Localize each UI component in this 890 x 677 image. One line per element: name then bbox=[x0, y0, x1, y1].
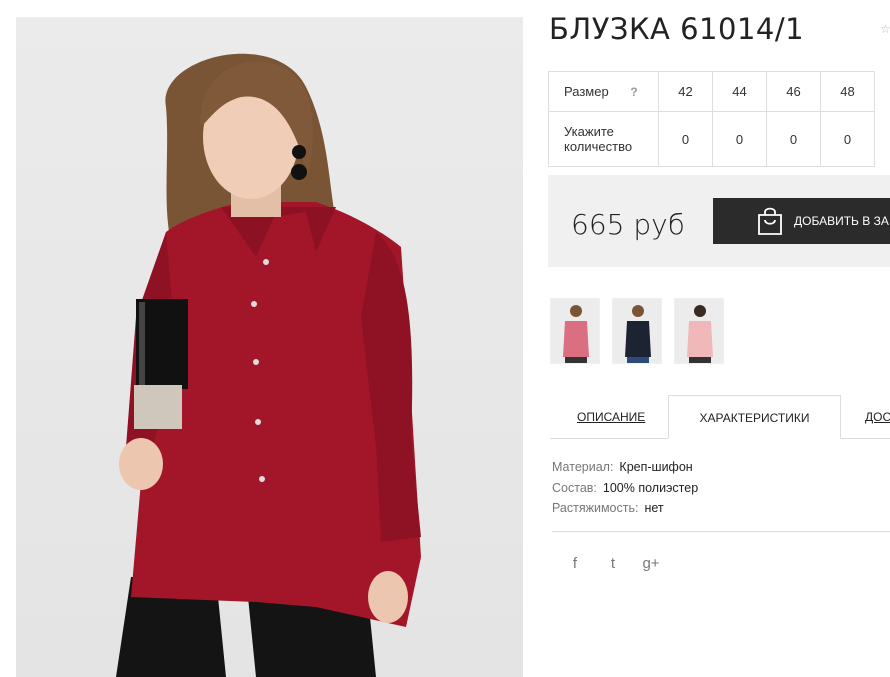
price: 665 руб bbox=[571, 208, 685, 241]
shopping-bag-icon bbox=[758, 207, 782, 235]
spec-row: Растяжимость: нет bbox=[552, 498, 698, 519]
twitter-icon[interactable]: t bbox=[604, 555, 622, 572]
add-to-cart-label: ДОБАВИТЬ В ЗА bbox=[794, 214, 889, 228]
quantity-input-42[interactable]: 0 bbox=[658, 111, 713, 167]
thumbnail-light-pink[interactable] bbox=[674, 298, 724, 364]
spec-row: Состав: 100% полиэстер bbox=[552, 478, 698, 499]
size-label: Размер ? bbox=[548, 71, 659, 112]
add-to-cart-button[interactable]: ДОБАВИТЬ В ЗА bbox=[713, 198, 890, 244]
spec-value: Креп-шифон bbox=[619, 460, 693, 474]
product-tabs: ОПИСАНИЕ ХАРАКТЕРИСТИКИ ДОС bbox=[550, 395, 890, 439]
google-plus-icon[interactable]: g+ bbox=[642, 555, 660, 572]
quantity-input-48[interactable]: 0 bbox=[820, 111, 875, 167]
spec-value: 100% полиэстер bbox=[602, 480, 699, 495]
thumbnail-gallery bbox=[550, 298, 724, 364]
spec-list: Материал: Креп-шифон Состав: 100% полиэсте… bbox=[552, 457, 698, 519]
size-label-text: Размер bbox=[564, 83, 609, 99]
spec-key: Состав: bbox=[552, 480, 597, 495]
divider bbox=[552, 531, 890, 532]
size-48: 48 bbox=[820, 71, 875, 112]
size-42: 42 bbox=[658, 71, 713, 112]
favorite-star-icon[interactable]: ☆ bbox=[880, 22, 890, 36]
spec-row: Материал: Креп-шифон bbox=[552, 457, 698, 478]
quantity-input-44[interactable]: 0 bbox=[712, 111, 767, 167]
quantity-label: Укажите количество bbox=[548, 111, 659, 167]
size-46: 46 bbox=[766, 71, 821, 112]
tab-delivery[interactable]: ДОС bbox=[865, 395, 890, 439]
tab-description[interactable]: ОПИСАНИЕ bbox=[577, 395, 645, 439]
quantity-input-46[interactable]: 0 bbox=[766, 111, 821, 167]
tab-characteristics[interactable]: ХАРАКТЕРИСТИКИ bbox=[668, 395, 841, 439]
thumbnail-navy[interactable] bbox=[612, 298, 662, 364]
social-links: f t g+ bbox=[566, 555, 660, 572]
thumbnail-pink[interactable] bbox=[550, 298, 600, 364]
size-help-icon[interactable]: ? bbox=[630, 85, 637, 100]
spec-key: Материал: bbox=[552, 460, 614, 474]
product-title: БЛУЗКА 61014/1 bbox=[549, 12, 805, 46]
product-main-photo[interactable] bbox=[16, 17, 523, 677]
spec-value: нет bbox=[644, 501, 664, 515]
size-44: 44 bbox=[712, 71, 767, 112]
spec-key: Растяжимость: bbox=[552, 501, 639, 515]
price-box: 665 руб ДОБАВИТЬ В ЗА bbox=[548, 175, 890, 267]
size-table: Размер ? 42 44 46 48 Укажите количество … bbox=[548, 71, 875, 167]
facebook-icon[interactable]: f bbox=[566, 555, 584, 572]
